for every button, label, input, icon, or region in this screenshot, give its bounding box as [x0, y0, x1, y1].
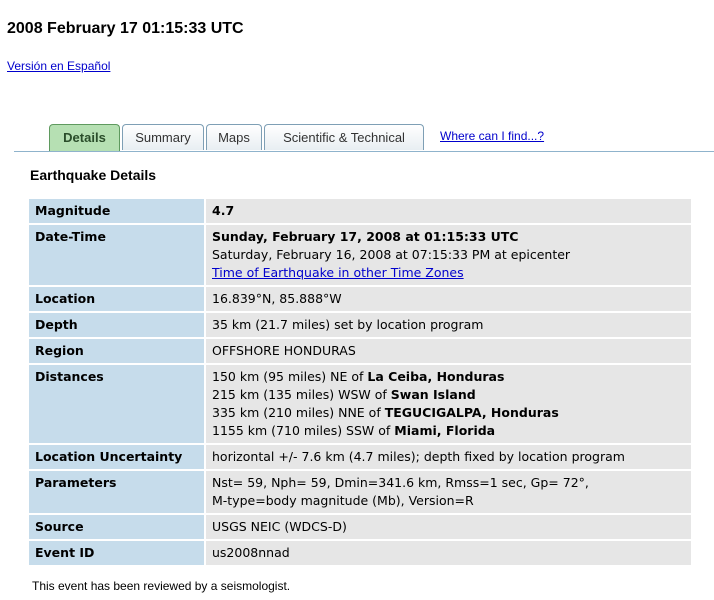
distance-line: 215 km (135 miles) WSW of Swan Island — [212, 386, 685, 404]
spanish-version-link[interactable]: Versión en Español — [7, 59, 110, 73]
row-label: Distances — [29, 365, 204, 443]
distance-line: 1155 km (710 miles) SSW of Miami, Florid… — [212, 422, 685, 440]
row-label: Event ID — [29, 541, 204, 565]
review-note: This event has been reviewed by a seismo… — [32, 579, 291, 593]
table-row: Date-Time Sunday, February 17, 2008 at 0… — [29, 225, 691, 285]
magnitude-value: 4.7 — [204, 199, 691, 223]
row-label: Region — [29, 339, 204, 363]
page-title: 2008 February 17 01:15:33 UTC — [7, 20, 244, 37]
tab-maps[interactable]: Maps — [206, 124, 262, 150]
distance-place: La Ceiba, Honduras — [367, 369, 505, 384]
table-row: Distances 150 km (95 miles) NE of La Cei… — [29, 365, 691, 443]
distance-text: 150 km (95 miles) NE of — [212, 369, 368, 384]
distance-text: 335 km (210 miles) NNE of — [212, 405, 385, 420]
row-label: Parameters — [29, 471, 204, 513]
row-label: Location — [29, 287, 204, 311]
row-label: Location Uncertainty — [29, 445, 204, 469]
depth-value: 35 km (21.7 miles) set by location progr… — [204, 313, 691, 337]
table-row: Parameters Nst= 59, Nph= 59, Dmin=341.6 … — [29, 471, 691, 513]
datetime-utc: Sunday, February 17, 2008 at 01:15:33 UT… — [212, 229, 519, 244]
table-row: Source USGS NEIC (WDCS-D) — [29, 515, 691, 539]
row-label: Date-Time — [29, 225, 204, 285]
location-value: 16.839°N, 85.888°W — [204, 287, 691, 311]
tab-summary[interactable]: Summary — [122, 124, 204, 150]
distance-place: Miami, Florida — [394, 423, 496, 438]
region-value: OFFSHORE HONDURAS — [204, 339, 691, 363]
parameters-line-2: M-type=body magnitude (Mb), Version=R — [212, 493, 474, 508]
table-row: Location Uncertainty horizontal +/- 7.6 … — [29, 445, 691, 469]
tab-bar: Details Summary Maps Scientific & Techni… — [14, 124, 714, 152]
table-row: Region OFFSHORE HONDURAS — [29, 339, 691, 363]
source-value: USGS NEIC (WDCS-D) — [204, 515, 691, 539]
event-id-value: us2008nnad — [204, 541, 691, 565]
uncertainty-value: horizontal +/- 7.6 km (4.7 miles); depth… — [204, 445, 691, 469]
tab-details[interactable]: Details — [49, 124, 120, 151]
distance-place: Swan Island — [390, 387, 476, 402]
table-row: Depth 35 km (21.7 miles) set by location… — [29, 313, 691, 337]
section-title: Earthquake Details — [30, 167, 157, 183]
row-label: Source — [29, 515, 204, 539]
table-row: Location 16.839°N, 85.888°W — [29, 287, 691, 311]
row-label: Magnitude — [29, 199, 204, 223]
distance-line: 150 km (95 miles) NE of La Ceiba, Hondur… — [212, 368, 685, 386]
table-row: Magnitude 4.7 — [29, 199, 691, 223]
table-row: Event ID us2008nnad — [29, 541, 691, 565]
distance-line: 335 km (210 miles) NNE of TEGUCIGALPA, H… — [212, 404, 685, 422]
distance-text: 215 km (135 miles) WSW of — [212, 387, 391, 402]
distance-place: TEGUCIGALPA, Honduras — [384, 405, 559, 420]
parameters-value: Nst= 59, Nph= 59, Dmin=341.6 km, Rmss=1 … — [204, 471, 691, 513]
time-zones-link[interactable]: Time of Earthquake in other Time Zones — [212, 265, 464, 280]
datetime-local: Saturday, February 16, 2008 at 07:15:33 … — [212, 247, 571, 262]
where-can-i-find-link[interactable]: Where can I find...? — [440, 129, 544, 143]
row-label: Depth — [29, 313, 204, 337]
parameters-line-1: Nst= 59, Nph= 59, Dmin=341.6 km, Rmss=1 … — [212, 475, 589, 490]
distances-value: 150 km (95 miles) NE of La Ceiba, Hondur… — [204, 365, 691, 443]
datetime-value: Sunday, February 17, 2008 at 01:15:33 UT… — [204, 225, 691, 285]
distance-text: 1155 km (710 miles) SSW of — [212, 423, 395, 438]
tab-scientific-technical[interactable]: Scientific & Technical — [264, 124, 424, 150]
earthquake-details-table: Magnitude 4.7 Date-Time Sunday, February… — [29, 197, 691, 567]
